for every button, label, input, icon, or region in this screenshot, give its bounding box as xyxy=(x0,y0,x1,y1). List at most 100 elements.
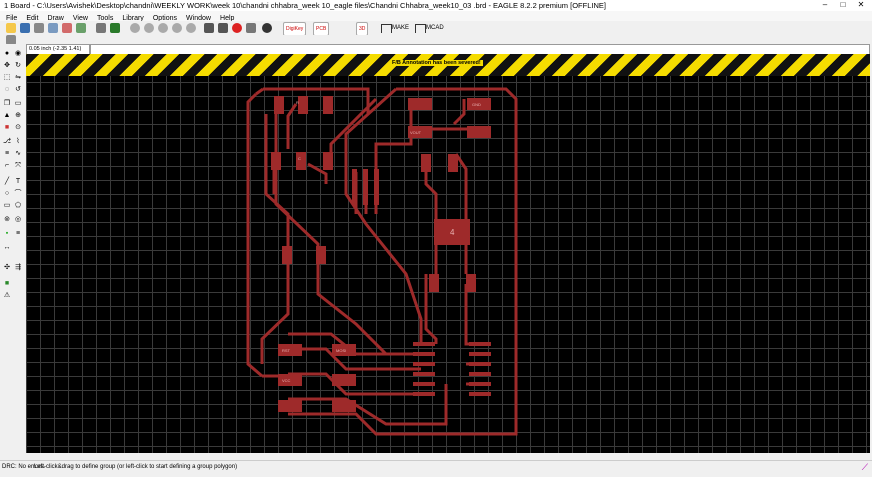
zoom-select-icon[interactable] xyxy=(186,23,196,33)
open-icon[interactable] xyxy=(6,23,16,33)
header-pad[interactable] xyxy=(332,400,356,412)
header-pad[interactable] xyxy=(278,400,302,412)
autorouter-icon[interactable]: ⇶ xyxy=(14,264,22,272)
optimize-icon[interactable]: ≡ xyxy=(3,150,11,158)
info-icon[interactable]: ● xyxy=(3,50,11,58)
undo-icon[interactable] xyxy=(204,23,214,33)
mirror-icon[interactable]: ⇋ xyxy=(14,74,22,82)
make-button[interactable]: MAKE xyxy=(380,22,409,34)
help-icon[interactable] xyxy=(262,23,272,33)
ic-pin[interactable] xyxy=(469,362,491,366)
maximize-button[interactable]: □ xyxy=(834,0,852,10)
text-icon[interactable]: T xyxy=(14,178,22,186)
smd-pad[interactable] xyxy=(429,274,439,292)
schematic-icon[interactable] xyxy=(62,23,72,33)
ic-pin[interactable] xyxy=(413,392,435,396)
ic-pin[interactable] xyxy=(413,352,435,356)
pcb-service-button[interactable]: PCB xyxy=(313,22,330,36)
errors-icon[interactable]: ⚠ xyxy=(3,292,11,300)
ulp-icon[interactable] xyxy=(110,23,120,33)
save-icon[interactable] xyxy=(20,23,30,33)
header-pad[interactable] xyxy=(332,374,356,386)
mcad-label: MCAD xyxy=(426,25,444,31)
crystal-pad[interactable] xyxy=(374,169,379,205)
ic-pin[interactable] xyxy=(413,372,435,376)
signal-icon[interactable]: ▪ xyxy=(3,230,11,238)
ic-pin[interactable] xyxy=(469,392,491,396)
circle-icon[interactable]: ○ xyxy=(3,190,11,198)
wire-icon[interactable]: ╱ xyxy=(3,178,11,186)
redo-icon[interactable] xyxy=(218,23,228,33)
ic-pin[interactable] xyxy=(413,362,435,366)
zoom-redraw-icon[interactable] xyxy=(172,23,182,33)
rotate-icon[interactable]: ↻ xyxy=(14,62,22,70)
smd-pad[interactable] xyxy=(323,152,333,170)
status-bar: DRC: No errors. Left-click&drag to defin… xyxy=(0,460,872,477)
window-title: 1 Board - C:\Users\Avishek\Desktop\chand… xyxy=(4,1,606,10)
board-canvas[interactable]: F/B Annotation has been severed! R C GND… xyxy=(26,54,870,453)
smd-pad[interactable] xyxy=(316,246,326,264)
ic-pin[interactable] xyxy=(469,382,491,386)
move-icon[interactable]: ✥ xyxy=(3,62,11,70)
smd-pad[interactable] xyxy=(274,96,284,114)
ic-pin[interactable] xyxy=(469,352,491,356)
add-icon[interactable]: ⊕ xyxy=(14,112,22,120)
ripup-icon[interactable]: ⤧ xyxy=(14,162,22,170)
part-label: C xyxy=(298,156,301,161)
smd-pad[interactable] xyxy=(296,152,306,170)
via-icon[interactable]: ⊚ xyxy=(3,216,11,224)
stop-icon[interactable] xyxy=(232,23,242,33)
minimize-button[interactable]: – xyxy=(816,0,834,10)
name-icon[interactable]: ■ xyxy=(3,124,11,132)
library-icon[interactable] xyxy=(76,23,86,33)
smd-pad[interactable] xyxy=(408,98,432,110)
smd-pad[interactable] xyxy=(323,96,333,114)
smd-pad[interactable] xyxy=(466,274,476,292)
arc-icon[interactable]: ⌒ xyxy=(14,190,22,198)
group-icon[interactable]: ◌ xyxy=(3,86,11,94)
digikey-button[interactable]: DigiKey xyxy=(283,22,307,36)
select-icon[interactable]: ⬚ xyxy=(3,74,11,82)
route-icon[interactable]: ⌐ xyxy=(3,162,11,170)
ic-pin[interactable] xyxy=(413,342,435,346)
smd-pad[interactable] xyxy=(448,154,458,172)
polygon-icon[interactable]: ⬠ xyxy=(14,202,22,210)
zoom-fit-icon[interactable] xyxy=(130,23,140,33)
smd-pad[interactable] xyxy=(282,246,292,264)
split-icon[interactable]: ⌇ xyxy=(14,138,22,146)
value-icon[interactable]: ⊙ xyxy=(14,124,22,132)
ratsnest-icon[interactable]: ✣ xyxy=(3,264,11,272)
smd-pad[interactable] xyxy=(271,152,281,170)
smash-icon[interactable]: ⎇ xyxy=(3,138,11,146)
hole-icon[interactable]: ◎ xyxy=(14,216,22,224)
delete-icon[interactable]: ▲ xyxy=(3,112,11,120)
change-icon[interactable]: ↺ xyxy=(14,86,22,94)
crystal-pad[interactable] xyxy=(352,169,357,205)
3d-service-button[interactable]: 3D xyxy=(356,22,369,36)
pad-number: 4 xyxy=(450,228,455,237)
smd-pad[interactable] xyxy=(467,126,491,138)
ic-pin[interactable] xyxy=(413,382,435,386)
meander-icon[interactable]: ∿ xyxy=(14,150,22,158)
mcad-button[interactable]: MCAD xyxy=(414,22,444,34)
zoom-in-icon[interactable] xyxy=(144,23,154,33)
crystal-pad[interactable] xyxy=(363,169,368,205)
ic-pin[interactable] xyxy=(469,372,491,376)
attribute-icon[interactable]: ≡ xyxy=(14,230,22,238)
smd-pad[interactable] xyxy=(421,154,431,172)
cam-icon[interactable] xyxy=(48,23,58,33)
copy-icon[interactable]: ❐ xyxy=(3,100,11,108)
show-icon[interactable]: ◉ xyxy=(14,50,22,58)
close-button[interactable]: ✕ xyxy=(852,0,870,10)
paste-icon[interactable]: ▭ xyxy=(14,100,22,108)
print-icon[interactable] xyxy=(34,23,44,33)
dimension-icon[interactable]: ↔ xyxy=(3,244,11,252)
left-tool-palette: ● ◉ ✥ ↻ ⬚ ⇋ ◌ ↺ ❐ ▭ ▲ ⊕ ■ ⊙ ⎇ ⌇ ≡ ∿ ⌐ ⤧ … xyxy=(0,44,25,454)
smd-pad[interactable] xyxy=(298,96,308,114)
rect-icon[interactable]: ▭ xyxy=(3,202,11,210)
drc-icon[interactable]: ■ xyxy=(3,280,11,288)
script-icon[interactable] xyxy=(96,23,106,33)
ic-pin[interactable] xyxy=(469,342,491,346)
go-icon[interactable] xyxy=(246,23,256,33)
zoom-out-icon[interactable] xyxy=(158,23,168,33)
